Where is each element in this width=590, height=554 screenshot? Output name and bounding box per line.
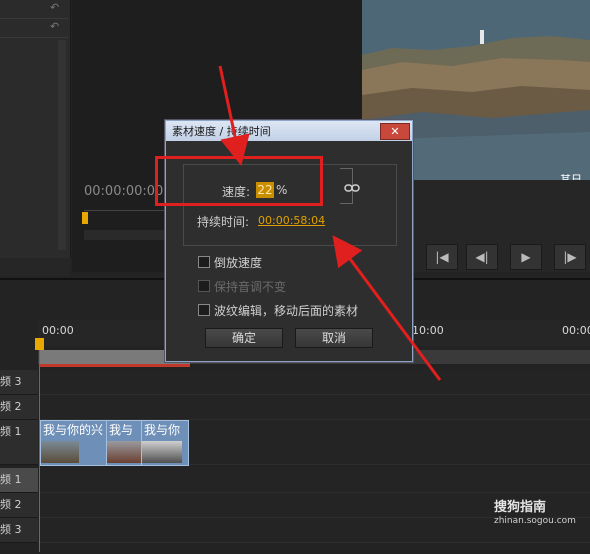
annotation-arrow — [218, 65, 250, 166]
watermark-url: zhinan.sogou.com — [494, 516, 576, 526]
watermark-brand: 搜狗指南 — [494, 500, 547, 515]
annotation-arrows — [218, 65, 442, 381]
annotation-arrow — [332, 235, 442, 381]
